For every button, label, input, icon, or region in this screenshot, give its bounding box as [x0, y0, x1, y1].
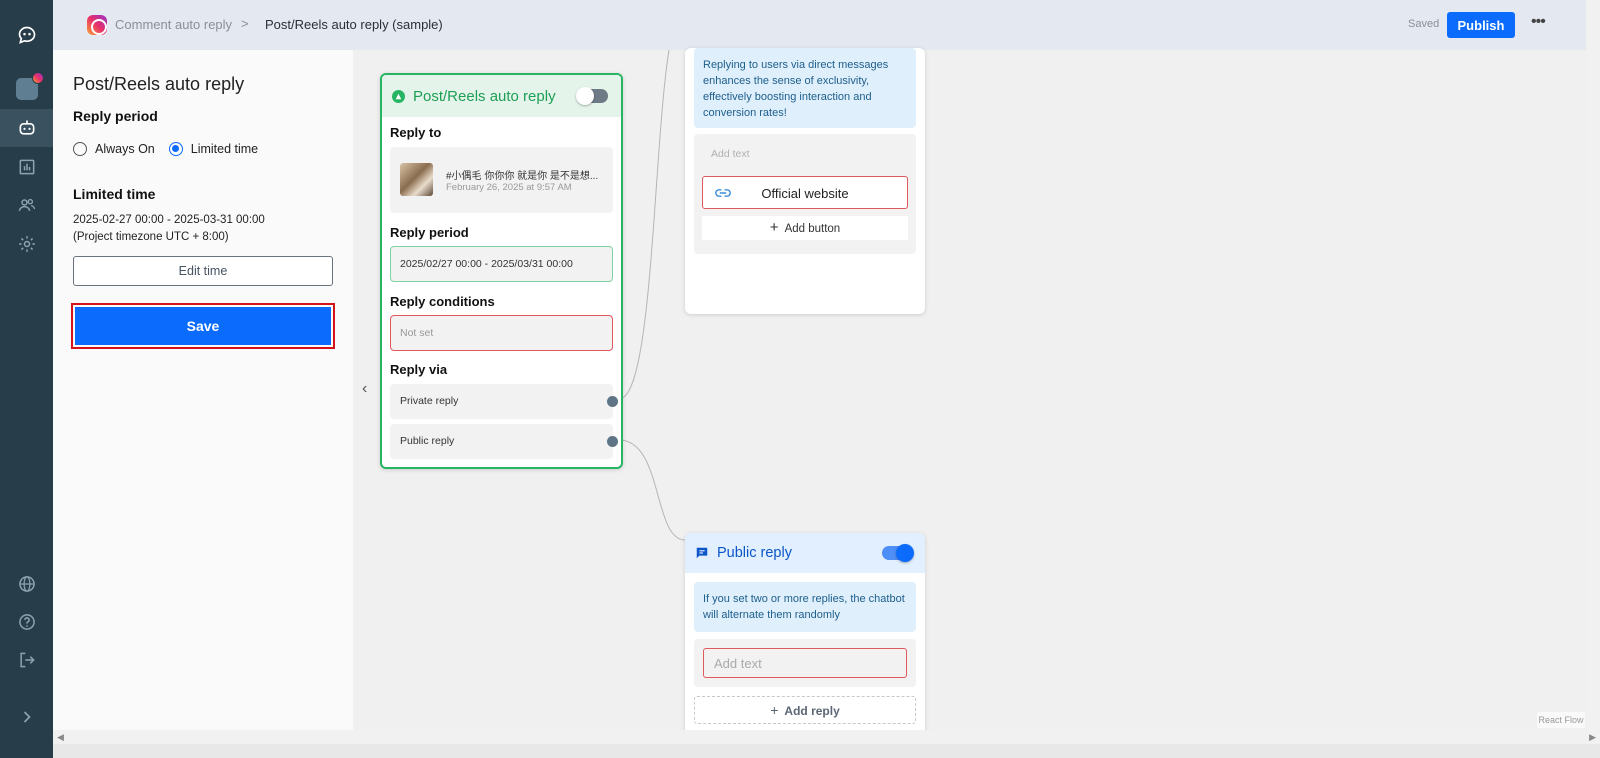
reply-period-field[interactable]: 2025/02/27 00:00 - 2025/03/31 00:00: [390, 246, 613, 282]
chatbot-icon[interactable]: [0, 109, 53, 147]
public-reply-title: Public reply: [717, 545, 792, 561]
vertical-scrollbar[interactable]: [1586, 0, 1600, 730]
save-status: Saved: [1408, 18, 1440, 30]
breadcrumb-parent[interactable]: Comment auto reply: [115, 17, 232, 32]
private-reply-node[interactable]: Replying to users via direct messages en…: [685, 48, 925, 314]
reply-to-post-card[interactable]: #小偶毛 你你你 就是你 是不是想... February 26, 2025 a…: [390, 147, 613, 213]
add-text-placeholder[interactable]: Add text: [711, 148, 750, 160]
trigger-node[interactable]: Post/Reels auto reply Reply to #小偶毛 你你你 …: [380, 73, 623, 469]
official-website-button[interactable]: Official website: [702, 176, 908, 209]
app-root: Comment auto reply > Post/Reels auto rep…: [0, 0, 1600, 758]
plus-icon: +: [769, 219, 779, 236]
settings-gear-icon[interactable]: [0, 225, 53, 263]
top-bar: Comment auto reply > Post/Reels auto rep…: [53, 0, 1586, 50]
flow-canvas[interactable]: Post/Reels auto reply Reply to #小偶毛 你你你 …: [353, 48, 1586, 745]
trigger-node-toggle[interactable]: [576, 87, 608, 105]
bottom-strip: [53, 744, 1600, 758]
scroll-right-icon[interactable]: ▶: [1589, 730, 1596, 744]
left-rail: [0, 0, 53, 758]
official-website-label: Official website: [761, 186, 849, 201]
public-reply-option[interactable]: Public reply: [390, 424, 618, 459]
private-reply-handle[interactable]: [607, 396, 618, 407]
trigger-node-status-icon: [392, 89, 405, 103]
post-thumbnail: [400, 163, 433, 196]
scroll-left-icon[interactable]: ◀: [57, 730, 64, 744]
reply-conditions-label: Reply conditions: [390, 294, 495, 309]
add-reply-label: Add reply: [784, 704, 840, 718]
save-button[interactable]: Save: [75, 307, 331, 345]
limited-time-label[interactable]: Limited time: [191, 142, 258, 156]
instagram-icon: [87, 15, 107, 35]
panel-title: Post/Reels auto reply: [73, 74, 245, 94]
more-options-icon[interactable]: •••: [1531, 13, 1546, 31]
react-flow-attribution[interactable]: React Flow: [1537, 712, 1585, 728]
horizontal-scrollbar[interactable]: ◀ ▶: [53, 730, 1600, 744]
edge-private-reply: [618, 50, 670, 400]
help-icon[interactable]: [0, 603, 53, 641]
message-icon: [696, 547, 708, 559]
timezone-text: (Project timezone UTC + 8:00): [73, 231, 229, 243]
limited-time-heading: Limited time: [73, 186, 156, 202]
expand-chevron-icon[interactable]: [0, 698, 53, 736]
instagram-channel-avatar[interactable]: [0, 70, 53, 108]
reply-to-label: Reply to: [390, 125, 442, 140]
private-reply-label: Private reply: [400, 395, 459, 407]
reply-via-label: Reply via: [390, 362, 448, 377]
post-date: February 26, 2025 at 9:57 AM: [446, 182, 572, 193]
add-text-input[interactable]: Add text: [703, 648, 907, 678]
breadcrumb-separator-icon: >: [241, 16, 249, 31]
reply-period-label: Reply period: [390, 225, 469, 240]
globe-language-icon[interactable]: [0, 565, 53, 603]
add-button[interactable]: + Add button: [702, 216, 908, 240]
private-reply-option[interactable]: Private reply: [390, 384, 618, 419]
save-button-highlight: Save: [71, 303, 335, 349]
post-title: #小偶毛 你你你 就是你 是不是想...: [446, 171, 599, 182]
private-reply-info: Replying to users via direct messages en…: [694, 48, 916, 128]
logo-icon[interactable]: [0, 16, 53, 54]
publish-button[interactable]: Publish: [1447, 12, 1515, 38]
analytics-icon[interactable]: [0, 148, 53, 186]
reply-conditions-field[interactable]: Not set: [390, 315, 613, 351]
reply-period-options: Always On Limited time: [73, 142, 258, 156]
limited-range-text: 2025-02-27 00:00 - 2025-03-31 00:00: [73, 214, 265, 226]
logout-icon[interactable]: [0, 641, 53, 679]
public-reply-label: Public reply: [400, 435, 455, 447]
edit-time-button[interactable]: Edit time: [73, 256, 333, 286]
message-editor: Add text Official website + Add button: [694, 134, 916, 254]
edge-public-reply: [618, 439, 686, 541]
public-reply-toggle[interactable]: [882, 544, 914, 562]
add-button-label: Add button: [784, 223, 841, 235]
public-reply-editor: Add text: [694, 639, 916, 687]
reply-period-heading: Reply period: [73, 108, 158, 124]
limited-time-radio[interactable]: [168, 142, 183, 156]
users-icon[interactable]: [0, 186, 53, 224]
always-on-label[interactable]: Always On: [95, 142, 155, 156]
plus-icon: +: [770, 702, 779, 718]
always-on-radio[interactable]: [73, 142, 87, 156]
trigger-node-title: Post/Reels auto reply: [413, 87, 556, 105]
public-reply-info: If you set two or more replies, the chat…: [694, 582, 916, 632]
public-reply-node[interactable]: Public reply If you set two or more repl…: [685, 533, 925, 745]
breadcrumb-current: Post/Reels auto reply (sample): [265, 17, 443, 32]
settings-panel: Post/Reels auto reply Reply period Alway…: [53, 50, 353, 730]
add-reply-button[interactable]: + Add reply: [694, 696, 916, 724]
public-reply-handle[interactable]: [607, 436, 618, 447]
